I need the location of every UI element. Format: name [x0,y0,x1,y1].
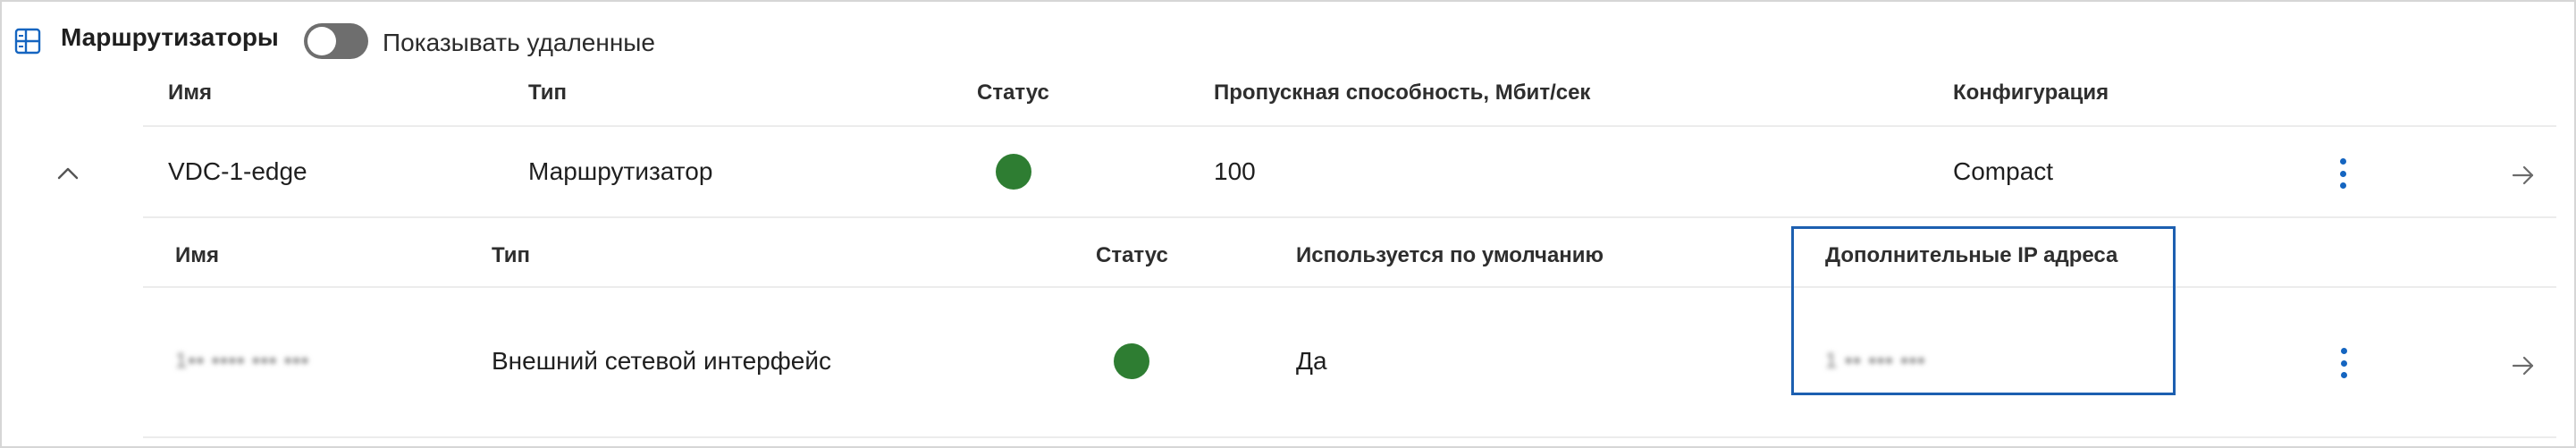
router-name: VDC-1-edge [168,157,307,185]
toggle-knob [307,27,336,55]
interface-default: Да [1296,347,1327,375]
arrow-right-icon[interactable] [2509,351,2538,380]
arrow-right-icon[interactable] [2509,161,2538,190]
more-actions-icon[interactable] [2338,158,2347,189]
router-bandwidth: 100 [1214,157,1256,185]
show-deleted-toggle[interactable] [304,23,368,59]
more-actions-icon[interactable] [2339,348,2348,378]
column-header-name: Имя [168,80,213,105]
row-divider [143,436,2556,438]
interface-type: Внешний сетевой интерфейс [492,347,831,375]
column-header-bandwidth: Пропускная способность, Мбит/сек [1214,80,1591,105]
status-indicator [996,154,1031,190]
column-header-status: Статус [977,80,1049,105]
subcolumn-header-type: Тип [492,243,530,267]
subcolumn-header-name: Имя [175,243,220,267]
extra-ip-highlight-box [1791,226,2176,395]
table-row[interactable] [143,127,2556,216]
chevron-up-icon[interactable] [54,159,82,188]
column-header-type: Тип [528,80,567,105]
column-header-configuration: Конфигурация [1953,80,2109,105]
router-type: Маршрутизатор [528,157,713,185]
page-title: Маршрутизаторы [61,23,279,51]
row-divider [143,216,2556,218]
show-deleted-label: Показывать удаленные [383,29,656,56]
status-indicator [1114,343,1149,379]
table-layout-icon [14,28,41,55]
subcolumn-header-status: Статус [1096,243,1168,267]
interface-name-redacted: 1•• •••• ••• ••• [175,349,310,373]
router-configuration: Compact [1953,157,2054,185]
subcolumn-header-default: Используется по умолчанию [1296,243,1604,267]
